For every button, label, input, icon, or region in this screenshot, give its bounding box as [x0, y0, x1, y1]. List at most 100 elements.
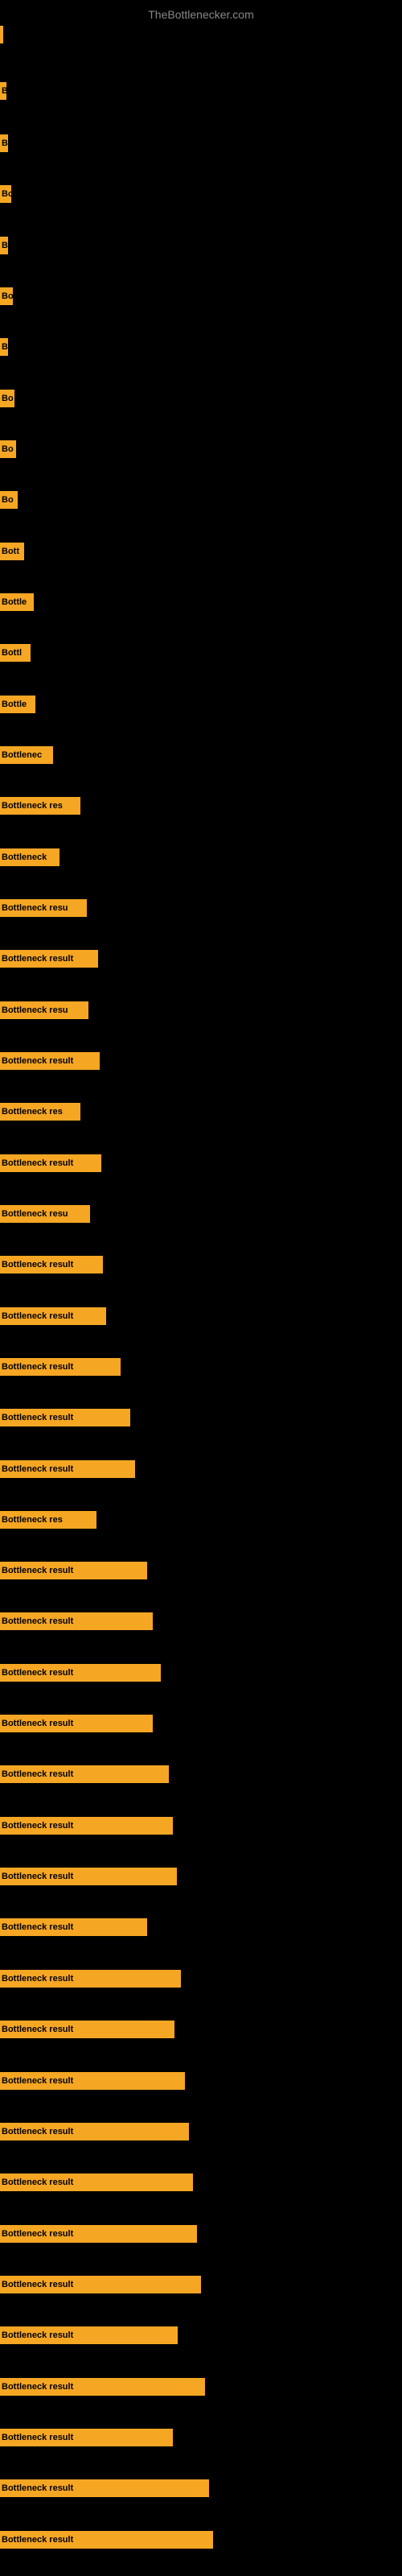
bar-label: B [0, 134, 8, 152]
bar-label: Bo [0, 491, 18, 509]
bar-row: B [0, 336, 402, 357]
bar-row: Bottleneck resu [0, 1203, 402, 1224]
bar-row: Bottleneck result [0, 1254, 402, 1275]
bar-label: Bott [0, 543, 24, 560]
bar-row: Bottleneck result [0, 1662, 402, 1683]
bar-label: Bottleneck result [0, 1562, 147, 1579]
bar-row: Bottleneck resu [0, 1000, 402, 1021]
bar-label: Bottle [0, 696, 35, 713]
bar-label: Bottleneck result [0, 1460, 135, 1478]
bar-row: Bo [0, 489, 402, 510]
bar-label: Bottleneck result [0, 1307, 106, 1325]
bar-label: Bottleneck res [0, 797, 80, 815]
bar-row: Bottleneck result [0, 2478, 402, 2499]
bar-label: Bottleneck result [0, 1052, 100, 1070]
bar-label: B [0, 82, 6, 100]
bar-row: Bottleneck result [0, 2274, 402, 2295]
bar-label: Bottleneck resu [0, 899, 87, 917]
bar-row: Bottleneck result [0, 1968, 402, 1989]
bar-label: Bottleneck result [0, 2531, 213, 2549]
bar-label: Bottlenec [0, 746, 53, 764]
bar-label: Bottleneck result [0, 1817, 173, 1835]
bar-label: Bottleneck result [0, 1715, 153, 1732]
bar-label: Bottleneck result [0, 950, 98, 968]
bar-label: Bo [0, 287, 13, 305]
site-title: TheBottlenecker.com [0, 2, 402, 24]
bar-label: Bottleneck result [0, 2123, 189, 2140]
bar-row: Bottle [0, 592, 402, 613]
bar-label: Bo [0, 440, 16, 458]
bar-row: Bottle [0, 694, 402, 715]
bar-label: Bottleneck result [0, 2326, 178, 2344]
bar-label: Bottleneck result [0, 2225, 197, 2243]
bar-label: Bo [0, 185, 11, 203]
bar-row: Bottleneck result [0, 1866, 402, 1887]
bar-row: Bottleneck result [0, 1306, 402, 1327]
bar-label: Bottleneck res [0, 1511, 96, 1529]
bar-label: Bottleneck result [0, 1154, 101, 1172]
bar-row: B [0, 235, 402, 256]
bar-label: Bottleneck result [0, 2479, 209, 2497]
bar-label: Bottleneck result [0, 2174, 193, 2191]
bar-label: Bottleneck [0, 848, 59, 866]
bar-label: Bottl [0, 644, 31, 662]
bar-row: Bottleneck result [0, 1917, 402, 1938]
bar-label: Bottleneck result [0, 2378, 205, 2396]
bar-row: Bottleneck result [0, 1815, 402, 1836]
bar-label: Bottleneck result [0, 1918, 147, 1936]
bar-label: Bottleneck result [0, 2021, 174, 2038]
bar-label: Bottle [0, 593, 34, 611]
bar-row: Bo [0, 439, 402, 460]
bar-label: Bottleneck result [0, 1612, 153, 1630]
bar-label: Bottleneck result [0, 1970, 181, 1988]
bar-row: Bottleneck resu [0, 898, 402, 919]
bar-label: Bottleneck result [0, 1409, 130, 1426]
bar-label: B [0, 237, 8, 254]
bar-label: Bottleneck result [0, 1256, 103, 1274]
bar-row: Bottleneck result [0, 1153, 402, 1174]
bar-row: B [0, 133, 402, 154]
bar-row: Bottleneck result [0, 2427, 402, 2448]
bar-row: Bottleneck res [0, 795, 402, 816]
bar-row: Bottleneck result [0, 2325, 402, 2346]
bar-row: Bo [0, 388, 402, 409]
bar-row: Bottleneck result [0, 1713, 402, 1734]
bar-label: Bo [0, 390, 14, 407]
bar-row: B [0, 80, 402, 101]
bar-row: Bottl [0, 642, 402, 663]
bar-label [0, 26, 3, 43]
bar-row: Bottleneck result [0, 2376, 402, 2397]
bar-row: Bottleneck res [0, 1509, 402, 1530]
bar-label: Bottleneck result [0, 1868, 177, 1885]
bar-label: Bottleneck resu [0, 1001, 88, 1019]
bar-label: Bottleneck result [0, 1358, 121, 1376]
bar-label: Bottleneck result [0, 1765, 169, 1783]
bar-label: Bottleneck res [0, 1103, 80, 1121]
bar-row: Bo [0, 286, 402, 307]
bar-row: Bottleneck result [0, 1356, 402, 1377]
bar-row: Bottleneck result [0, 1611, 402, 1632]
bar-row [0, 24, 402, 45]
bar-label: Bottleneck result [0, 2429, 173, 2446]
bar-row: Bottlenec [0, 745, 402, 766]
bar-row: Bottleneck result [0, 1051, 402, 1071]
bar-row: Bottleneck result [0, 2529, 402, 2550]
bar-row: Bottleneck result [0, 2121, 402, 2142]
bar-row: Bo [0, 184, 402, 204]
bar-row: Bottleneck result [0, 1407, 402, 1428]
bar-label: Bottleneck result [0, 2276, 201, 2293]
bar-row: Bottleneck [0, 847, 402, 868]
bar-row: Bottleneck result [0, 2019, 402, 2040]
bar-row: Bottleneck result [0, 2172, 402, 2193]
bar-row: Bottleneck result [0, 948, 402, 969]
bar-row: Bottleneck res [0, 1101, 402, 1122]
bar-label: Bottleneck resu [0, 1205, 90, 1223]
bar-row: Bottleneck result [0, 1560, 402, 1581]
bar-row: Bottleneck result [0, 1459, 402, 1480]
bar-row: Bottleneck result [0, 2223, 402, 2244]
bar-row: Bottleneck result [0, 1764, 402, 1785]
bar-label: Bottleneck result [0, 2072, 185, 2090]
bar-row: Bott [0, 541, 402, 562]
bar-row: Bottleneck result [0, 2070, 402, 2091]
bar-label: Bottleneck result [0, 1664, 161, 1682]
